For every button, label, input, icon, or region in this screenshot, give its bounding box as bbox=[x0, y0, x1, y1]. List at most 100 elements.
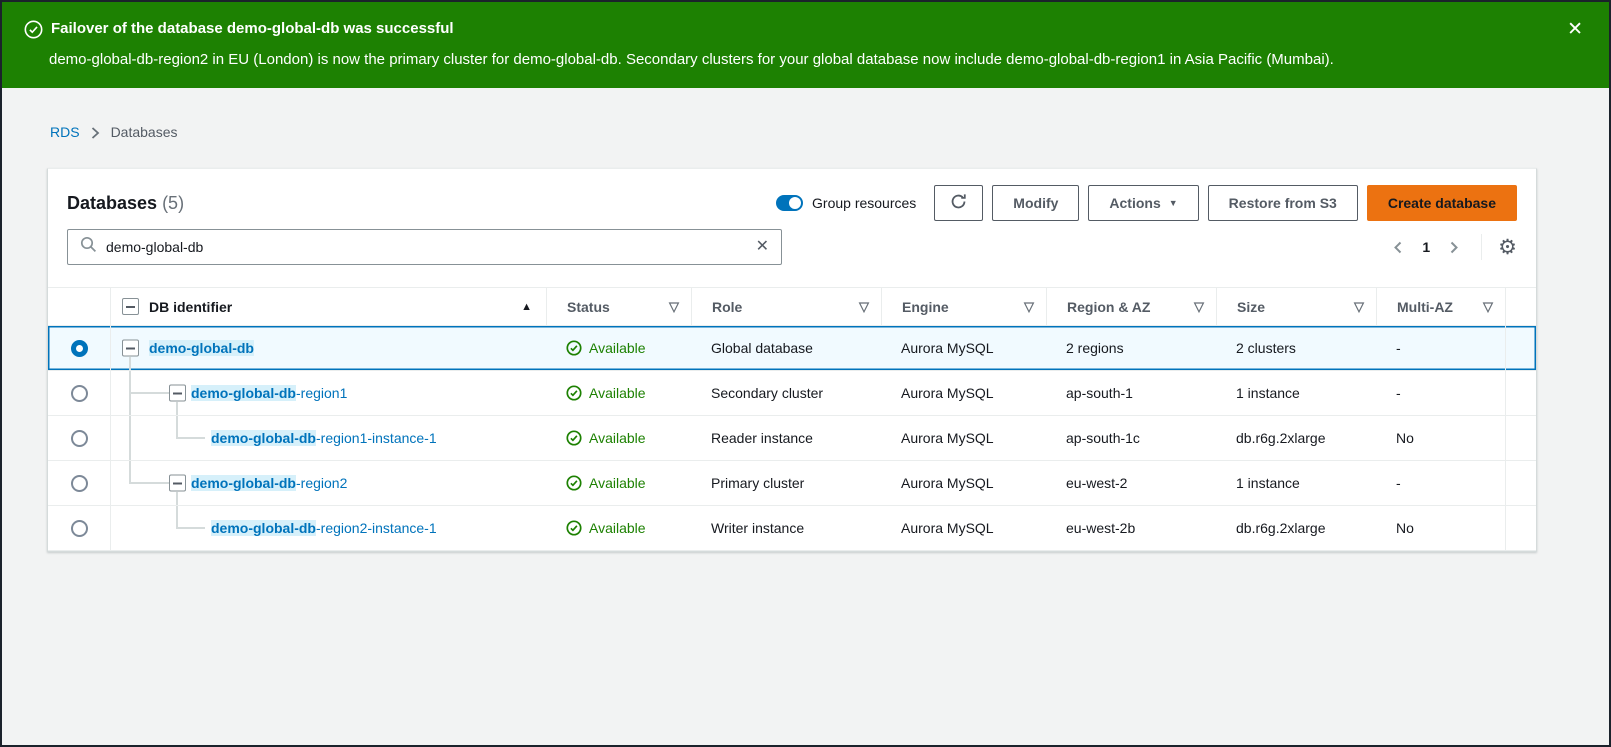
create-database-button[interactable]: Create database bbox=[1367, 185, 1517, 221]
row-radio-button[interactable] bbox=[71, 475, 88, 492]
filter-icon[interactable]: ▽ bbox=[1354, 299, 1364, 315]
collapse-row-icon[interactable] bbox=[169, 475, 186, 492]
db-identifier-cell: demo-global-db-region2-instance-1 bbox=[111, 506, 546, 550]
db-identifier-cell: demo-global-db-region1-instance-1 bbox=[111, 416, 546, 460]
engine-cell: Aurora MySQL bbox=[881, 371, 1046, 415]
column-header-role[interactable]: Role▽ bbox=[691, 288, 881, 325]
panel-title-text: Databases bbox=[67, 193, 157, 213]
search-box[interactable]: ✕ bbox=[67, 229, 782, 265]
filter-icon[interactable]: ▽ bbox=[1483, 299, 1493, 315]
multi-az-cell: - bbox=[1376, 326, 1506, 370]
available-check-icon bbox=[566, 520, 582, 536]
column-header-db-identifier[interactable]: DB identifier ▲ bbox=[111, 288, 546, 325]
size-cell: db.r6g.2xlarge bbox=[1216, 416, 1376, 460]
table-row[interactable]: demo-global-db-region2 Available Primary… bbox=[48, 461, 1536, 506]
restore-from-s3-button[interactable]: Restore from S3 bbox=[1208, 185, 1358, 221]
panel-controls: Group resources Modify Actions ▼ Restore bbox=[776, 185, 1517, 221]
filter-icon[interactable]: ▽ bbox=[669, 299, 679, 315]
db-identifier-cell: demo-global-db-region1 bbox=[111, 371, 546, 415]
db-identifier-link[interactable]: demo-global-db-region2-instance-1 bbox=[211, 520, 437, 536]
engine-cell: Aurora MySQL bbox=[881, 416, 1046, 460]
role-cell: Writer instance bbox=[691, 506, 881, 550]
column-header-label: Status bbox=[567, 299, 610, 315]
row-select-cell bbox=[48, 506, 111, 550]
status-text: Available bbox=[589, 520, 646, 536]
db-identifier-cell: demo-global-db-region2 bbox=[111, 461, 546, 505]
role-cell: Global database bbox=[691, 326, 881, 370]
collapse-all-icon[interactable] bbox=[122, 298, 139, 315]
actions-button[interactable]: Actions ▼ bbox=[1088, 185, 1198, 221]
toggle-on-icon[interactable] bbox=[776, 195, 803, 211]
modify-button[interactable]: Modify bbox=[992, 185, 1079, 221]
column-header-size[interactable]: Size▽ bbox=[1216, 288, 1376, 325]
row-select-cell bbox=[48, 371, 111, 415]
region-az-cell: ap-south-1c bbox=[1046, 416, 1216, 460]
success-check-icon bbox=[24, 20, 43, 39]
search-icon bbox=[80, 236, 97, 258]
status-cell: Available bbox=[546, 326, 691, 370]
current-page-number[interactable]: 1 bbox=[1413, 239, 1439, 255]
databases-table: DB identifier ▲ Status▽Role▽Engine▽Regio… bbox=[48, 287, 1536, 551]
collapse-row-icon[interactable] bbox=[169, 385, 186, 402]
refresh-button[interactable] bbox=[934, 185, 983, 221]
db-identifier-link[interactable]: demo-global-db-region1-instance-1 bbox=[211, 430, 437, 446]
tree-connector-line bbox=[129, 416, 131, 460]
region-az-cell: ap-south-1 bbox=[1046, 371, 1216, 415]
table-row[interactable]: demo-global-db-region2-instance-1 Availa… bbox=[48, 506, 1536, 551]
table-header-row: DB identifier ▲ Status▽Role▽Engine▽Regio… bbox=[48, 288, 1536, 326]
available-check-icon bbox=[566, 430, 582, 446]
group-resources-toggle[interactable]: Group resources bbox=[776, 195, 916, 211]
db-identifier-link[interactable]: demo-global-db bbox=[149, 340, 254, 356]
size-cell: 1 instance bbox=[1216, 371, 1376, 415]
group-resources-label: Group resources bbox=[812, 195, 916, 211]
tree-connector-line bbox=[176, 527, 205, 529]
search-input[interactable] bbox=[106, 239, 747, 255]
tree-connector-line bbox=[129, 461, 131, 484]
panel-count: (5) bbox=[162, 193, 184, 213]
flashbar-message: demo-global-db-region2 in EU (London) is… bbox=[49, 50, 1519, 70]
available-check-icon bbox=[566, 475, 582, 491]
size-cell: db.r6g.2xlarge bbox=[1216, 506, 1376, 550]
row-radio-button[interactable] bbox=[71, 385, 88, 402]
settings-gear-icon[interactable]: ⚙ bbox=[1492, 236, 1517, 258]
status-cell: Available bbox=[546, 416, 691, 460]
filter-row: ✕ 1 ⚙ bbox=[48, 229, 1536, 287]
header-gutter bbox=[1506, 288, 1538, 325]
tree-connector-line bbox=[129, 357, 131, 370]
collapse-row-icon[interactable] bbox=[122, 340, 139, 357]
filter-icon[interactable]: ▽ bbox=[859, 299, 869, 315]
column-header-label: Region & AZ bbox=[1067, 299, 1150, 315]
row-gutter bbox=[1506, 461, 1538, 505]
table-row[interactable]: demo-global-db-region1 Available Seconda… bbox=[48, 371, 1536, 416]
status-cell: Available bbox=[546, 371, 691, 415]
flashbar-close-icon[interactable]: ✕ bbox=[1567, 19, 1583, 41]
column-header-engine[interactable]: Engine▽ bbox=[881, 288, 1046, 325]
engine-cell: Aurora MySQL bbox=[881, 461, 1046, 505]
row-radio-button[interactable] bbox=[71, 340, 88, 357]
status-cell: Available bbox=[546, 506, 691, 550]
column-header-status[interactable]: Status ▽ bbox=[546, 288, 691, 325]
table-row[interactable]: demo-global-db-region1-instance-1 Availa… bbox=[48, 416, 1536, 461]
previous-page-button[interactable] bbox=[1383, 236, 1413, 259]
db-identifier-link[interactable]: demo-global-db-region2 bbox=[191, 475, 347, 491]
filter-icon[interactable]: ▽ bbox=[1194, 299, 1204, 315]
panel-header: Databases(5) Group resources Modify bbox=[48, 169, 1536, 229]
engine-cell: Aurora MySQL bbox=[881, 506, 1046, 550]
filter-icon[interactable]: ▽ bbox=[1024, 299, 1034, 315]
row-radio-button[interactable] bbox=[71, 520, 88, 537]
row-gutter bbox=[1506, 371, 1538, 415]
column-header-region-az[interactable]: Region & AZ ▽ bbox=[1046, 288, 1216, 325]
role-cell: Primary cluster bbox=[691, 461, 881, 505]
db-identifier-link[interactable]: demo-global-db-region1 bbox=[191, 385, 347, 401]
column-header-multi-az[interactable]: Multi-AZ▽ bbox=[1376, 288, 1506, 325]
breadcrumb-link-rds[interactable]: RDS bbox=[50, 124, 80, 140]
next-page-button[interactable] bbox=[1439, 236, 1469, 259]
region-az-cell: eu-west-2b bbox=[1046, 506, 1216, 550]
table-row[interactable]: demo-global-db Available Global database… bbox=[48, 326, 1536, 371]
role-cell: Secondary cluster bbox=[691, 371, 881, 415]
chevron-down-icon: ▼ bbox=[1169, 199, 1178, 208]
row-radio-button[interactable] bbox=[71, 430, 88, 447]
sort-ascending-icon[interactable]: ▲ bbox=[521, 301, 532, 313]
tree-connector-line bbox=[176, 402, 178, 415]
clear-search-icon[interactable]: ✕ bbox=[756, 239, 769, 255]
